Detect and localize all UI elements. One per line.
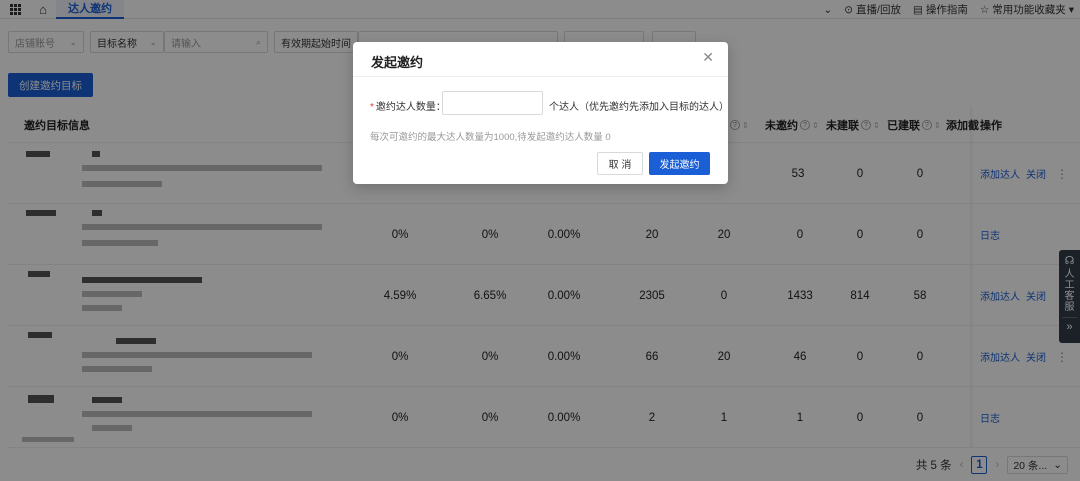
invite-modal: 发起邀约 ✕ * 邀约达人数量： 个达人（优先邀约先添加入目标的达人） 每次可邀约…	[353, 42, 729, 184]
invite-hint: 每次可邀约的最大达人数量为1000,待发起邀约达人数量 0	[370, 132, 611, 143]
required-mark: *	[370, 102, 374, 113]
invite-count-input[interactable]	[442, 91, 543, 115]
modal-title: 发起邀约	[371, 55, 424, 70]
invite-count-unit: 个达人（优先邀约先添加入目标的达人）	[549, 102, 729, 113]
close-icon[interactable]: ✕	[702, 49, 714, 66]
cancel-button[interactable]: 取 消	[597, 152, 643, 175]
submit-invite-button[interactable]: 发起邀约	[649, 152, 710, 175]
divider	[353, 76, 728, 77]
invite-count-label: * 邀约达人数量：	[370, 102, 446, 113]
